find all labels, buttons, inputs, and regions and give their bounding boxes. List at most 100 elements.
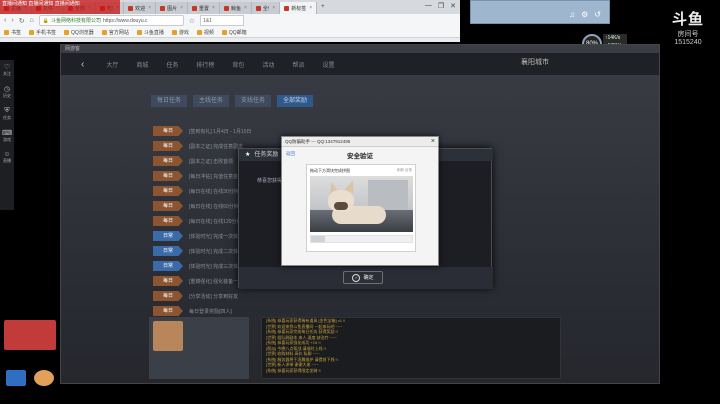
tab-favicon-icon	[284, 5, 290, 11]
back-arrow-icon[interactable]: ‹	[81, 59, 84, 70]
left-strip-item[interactable]: ♡ 关注	[0, 60, 14, 82]
security-dialog: QQ防骗助手 --- QQ:1347912495 × 安全验证 返回 拖动下方滑…	[281, 136, 439, 266]
bookmark-item[interactable]: 游戏	[171, 29, 189, 36]
quest-tab[interactable]: 全部奖励	[277, 95, 314, 107]
quest-text: [重铸强化] 强化装备一次	[189, 278, 244, 285]
left-strip-label: 关注	[3, 71, 11, 76]
robot-icon: ☺	[3, 151, 11, 158]
tab-close-icon[interactable]: ×	[309, 5, 312, 11]
quest-badge: 每日	[153, 141, 183, 151]
refresh-icon[interactable]: ↻	[19, 17, 25, 25]
desktop-thumbnail[interactable]	[4, 320, 56, 350]
tab-close-icon[interactable]: ×	[212, 5, 215, 11]
chat-log[interactable]: [系统] 恭喜玩家获得稀有道具 [金色宝箱] x1 !! [世界] 欢迎来到斗鱼直…	[261, 317, 561, 379]
browser-tab[interactable]: 重置 ×	[188, 2, 220, 14]
quest-row[interactable]: 每日 每日登录奖励[四人]	[153, 305, 383, 317]
left-strip-item[interactable]: ⛨ 任务	[0, 104, 14, 126]
tab-label: 全!	[262, 5, 270, 12]
quest-badge: 每日	[153, 216, 183, 226]
gamepad-icon: ⌨	[1, 130, 13, 137]
quest-tab[interactable]: 每日任务	[151, 95, 188, 107]
close-icon[interactable]: ×	[431, 137, 435, 147]
history-icon: ◷	[3, 86, 11, 93]
left-strip-item[interactable]: ☺ 直播	[0, 148, 14, 170]
captcha-links[interactable]: 刷新 反馈	[397, 168, 412, 173]
bookmark-item[interactable]: QQ邮箱	[221, 29, 247, 36]
dialog-back-link[interactable]: 返回	[286, 151, 295, 157]
new-tab-icon[interactable]: +	[321, 4, 325, 10]
home-icon[interactable]: ⌂	[30, 17, 34, 24]
quest-badge: 日常	[153, 261, 183, 271]
tab-close-icon[interactable]: ×	[148, 5, 151, 11]
captcha-slider-handle[interactable]	[311, 236, 325, 242]
game-nav-tab[interactable]: 活动	[262, 60, 274, 69]
bookmark-label: 书签	[11, 29, 22, 36]
tab-label: 重置	[199, 5, 210, 12]
left-strip-item[interactable]: ◷ 历史	[0, 82, 14, 104]
bookmark-icon	[101, 29, 107, 35]
quest-tab[interactable]: 支线任务	[235, 95, 272, 107]
music-icon[interactable]: ♫	[569, 10, 575, 19]
star-icon[interactable]: ☆	[189, 17, 195, 25]
task-panel-footer: ✓ 确定	[239, 267, 493, 289]
quest-text: [体验时光] 完成二次体验	[189, 248, 244, 255]
bookmark-item[interactable]: QQ浏览器	[64, 29, 94, 36]
game-nav-tab[interactable]: 大厅	[106, 60, 118, 69]
bookmark-item[interactable]: 手机书签	[29, 29, 56, 36]
bookmark-item[interactable]: 书签	[4, 29, 21, 36]
quest-text: [每日冲钻] 充值任意金额	[189, 173, 244, 180]
minimize-icon[interactable]: —	[425, 2, 432, 10]
quest-text: [体验时光] 完成一次体验	[189, 233, 244, 240]
game-shortcut-icon[interactable]	[34, 370, 54, 386]
quest-badge: 每日	[153, 291, 183, 301]
left-strip-item[interactable]: ⌨ 游戏	[0, 126, 14, 148]
captcha-image	[310, 176, 413, 232]
url-input[interactable]: 🔒 斗鱼网络科技有限公司 https://www.douyu.c	[38, 15, 184, 26]
tab-label: 新标签	[291, 5, 307, 12]
game-nav-tab[interactable]: 排行榜	[196, 60, 214, 69]
quest-badge: 每日	[153, 171, 183, 181]
quest-badge: 每日	[153, 156, 183, 166]
browser-tab[interactable]: 欢迎 ×	[124, 2, 157, 14]
refresh-icon[interactable]: ↺	[594, 10, 601, 19]
bookmark-item[interactable]: 官方网站	[101, 29, 129, 36]
tab-close-icon[interactable]: ×	[272, 5, 275, 11]
settings-icon[interactable]: ⚙	[581, 10, 588, 19]
tab-favicon-icon	[223, 5, 229, 11]
quest-text: [副本之证] 击败首领	[189, 158, 234, 165]
game-nav-tab[interactable]: 任务	[166, 60, 178, 69]
tab-close-icon[interactable]: ×	[180, 5, 183, 11]
tab-close-icon[interactable]: ×	[244, 5, 247, 11]
task-panel-title: 任务奖励	[254, 152, 279, 158]
bookmark-label: 斗鱼直播	[143, 29, 164, 36]
quest-badge: 每日	[153, 201, 183, 211]
room-number: 1515240	[674, 39, 702, 46]
browser-tab[interactable]: 新标签 ×	[280, 2, 318, 14]
browser-tab[interactable]: 鲸鱼 ×	[219, 2, 252, 14]
back-icon[interactable]: ‹	[4, 17, 6, 24]
captcha-slider-track[interactable]	[310, 235, 413, 243]
bookmark-item[interactable]: 视频	[196, 29, 214, 36]
quest-tab[interactable]: 主线任务	[193, 95, 230, 107]
game-nav-tab[interactable]: 背包	[232, 60, 244, 69]
game-nav-tab[interactable]: 帮派	[292, 60, 304, 69]
quest-row[interactable]: 每日 [分享活动] 分享到好友	[153, 290, 383, 302]
bookmark-item[interactable]: 斗鱼直播	[136, 29, 164, 36]
confirm-button[interactable]: ✓ 确定	[343, 271, 383, 284]
avatar[interactable]	[153, 321, 183, 351]
close-icon[interactable]: ✕	[450, 2, 456, 10]
restore-icon[interactable]: ❐	[438, 2, 444, 10]
game-nav-tab[interactable]: 商城	[136, 60, 148, 69]
quest-text: [签到有礼] 1月4日 - 1月10日	[189, 128, 252, 135]
computer-icon[interactable]	[6, 370, 26, 386]
left-strip-label: 任务	[3, 115, 11, 120]
forward-icon[interactable]: ›	[11, 17, 13, 24]
captcha-prompt: 拖动下方滑块完成拼图	[310, 168, 350, 173]
star-icon: ★	[245, 152, 251, 158]
browser-tab[interactable]: 全! ×	[251, 2, 281, 14]
quest-text: [每日在线] 在线120分钟	[189, 218, 242, 225]
quest-text: [体验时光] 完成三次体验	[189, 263, 244, 270]
game-nav-tab[interactable]: 设置	[322, 60, 334, 69]
search-input[interactable]: 1&1	[200, 15, 245, 26]
browser-tab[interactable]: 图片 ×	[156, 2, 188, 14]
